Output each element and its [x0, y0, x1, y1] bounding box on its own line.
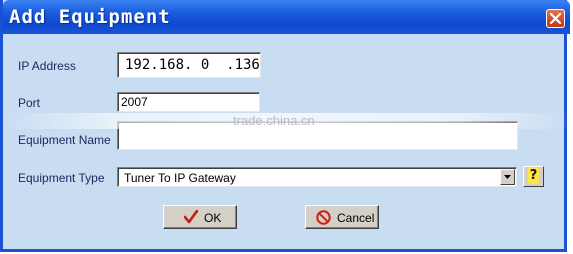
checkmark-icon [184, 210, 198, 224]
port-value: 2007 [121, 95, 148, 109]
equipment-type-value: Tuner To IP Gateway [124, 171, 236, 185]
ok-button[interactable]: OK [163, 205, 237, 229]
help-icon: ? [528, 168, 539, 184]
title-bar[interactable]: Add Equipment [3, 0, 570, 34]
close-x-icon [550, 13, 561, 24]
cancel-button-label: Cancel [337, 211, 375, 225]
no-entry-icon [316, 210, 331, 225]
equipment-type-select[interactable]: Tuner To IP Gateway [117, 167, 517, 187]
dialog-title: Add Equipment [9, 6, 171, 28]
cancel-button[interactable]: Cancel [305, 205, 379, 229]
equipment-type-label: Equipment Type [18, 171, 105, 185]
help-button[interactable]: ? [523, 166, 544, 187]
chevron-down-icon [504, 175, 511, 179]
ip-address-value: 192.168. 0 .136 [125, 57, 260, 73]
close-button[interactable] [546, 9, 565, 28]
ip-address-label: IP Address [18, 59, 76, 73]
port-label: Port [18, 96, 41, 110]
equipment-name-label: Equipment Name [18, 133, 111, 147]
watermark-text: trade.china.cn [233, 113, 315, 128]
ok-button-label: OK [204, 211, 222, 225]
port-input[interactable]: 2007 [117, 92, 260, 112]
equipment-type-dropdown-button[interactable] [500, 169, 515, 185]
ip-address-input[interactable]: 192.168. 0 .136 [117, 52, 261, 78]
